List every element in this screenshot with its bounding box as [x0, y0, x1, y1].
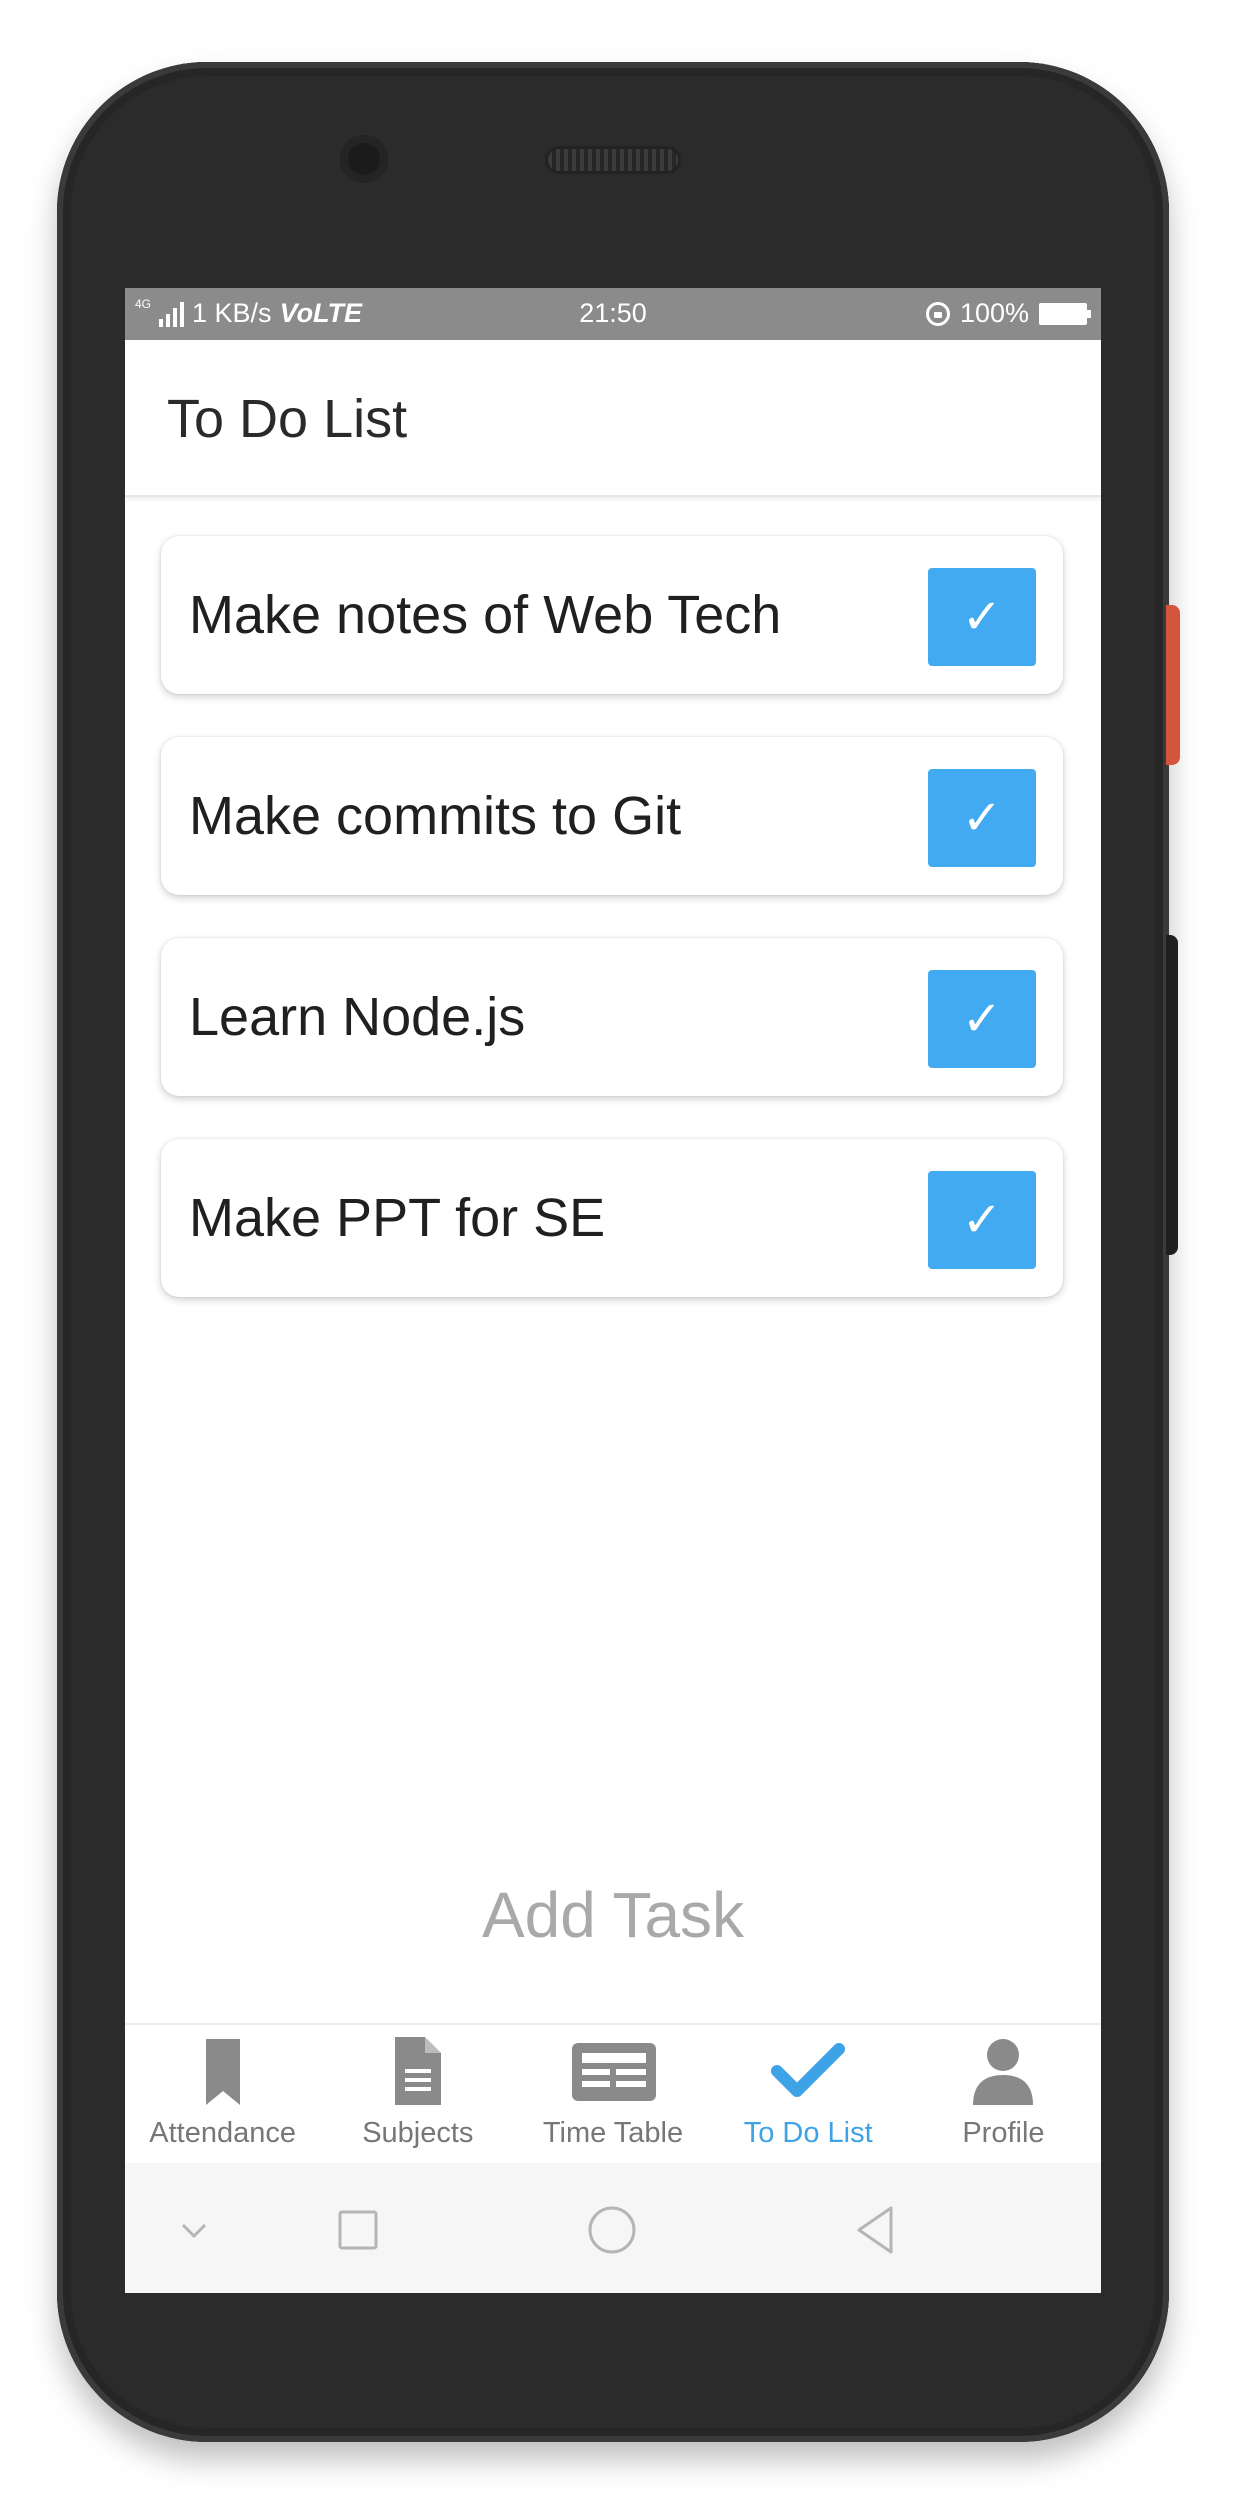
volume-button	[1166, 935, 1178, 1255]
task-label: Make commits to Git	[189, 786, 682, 846]
task-label: Learn Node.js	[189, 987, 526, 1047]
tab-label: Profile	[962, 2117, 1045, 2149]
system-nav-bar	[125, 2163, 1101, 2293]
chevron-down-icon[interactable]	[159, 2195, 229, 2265]
page-title: To Do List	[167, 389, 408, 449]
battery-icon	[1039, 302, 1091, 325]
tab-profile[interactable]: Profile	[906, 2025, 1101, 2165]
task-label: Make PPT for SE	[189, 1188, 606, 1248]
earpiece-speaker	[548, 149, 678, 171]
tab-label: Time Table	[542, 2117, 684, 2149]
task-checkbox[interactable]: ✓	[928, 1171, 1036, 1269]
bottom-tab-bar: Attendance Subjects Time Table To Do Lis…	[125, 2023, 1101, 2165]
page: 4G 1 KB/s VoLTE 21:50 100% To Do List Ma…	[0, 0, 1257, 2497]
task-checkbox[interactable]: ✓	[928, 769, 1036, 867]
document-icon	[394, 2037, 441, 2105]
user-icon	[973, 2039, 1034, 2105]
task-item[interactable]: Make PPT for SE ✓	[161, 1139, 1063, 1297]
add-task-button[interactable]: Add Task	[125, 1878, 1101, 1952]
task-item[interactable]: Learn Node.js ✓	[161, 938, 1063, 1096]
status-bar: 4G 1 KB/s VoLTE 21:50 100%	[125, 288, 1101, 340]
task-checkbox[interactable]: ✓	[928, 970, 1036, 1068]
tab-subjects[interactable]: Subjects	[320, 2025, 515, 2165]
task-item[interactable]: Make commits to Git ✓	[161, 737, 1063, 895]
recents-icon[interactable]	[323, 2195, 393, 2265]
task-list: Make notes of Web Tech ✓ Make commits to…	[161, 536, 1063, 1340]
screen: 4G 1 KB/s VoLTE 21:50 100% To Do List Ma…	[125, 288, 1101, 2293]
task-checkbox[interactable]: ✓	[928, 568, 1036, 666]
front-camera	[340, 135, 388, 183]
tab-time-table[interactable]: Time Table	[515, 2025, 710, 2165]
app-header: To Do List	[125, 340, 1101, 497]
check-icon	[771, 2043, 846, 2097]
home-icon[interactable]	[577, 2195, 647, 2265]
tab-to-do-list[interactable]: To Do List	[711, 2025, 906, 2165]
bookmark-icon	[205, 2039, 240, 2105]
tab-attendance[interactable]: Attendance	[125, 2025, 320, 2165]
tab-label: Attendance	[149, 2117, 296, 2149]
rotation-lock-icon	[925, 301, 950, 326]
back-icon[interactable]	[841, 2195, 911, 2265]
task-label: Make notes of Web Tech	[189, 585, 782, 645]
newspaper-icon	[572, 2043, 656, 2101]
battery-percent: 100%	[959, 298, 1029, 328]
power-button	[1166, 605, 1180, 765]
task-item[interactable]: Make notes of Web Tech ✓	[161, 536, 1063, 694]
tab-label: Subjects	[362, 2117, 474, 2149]
status-right: 100%	[925, 298, 1091, 329]
tab-label: To Do List	[743, 2117, 873, 2149]
